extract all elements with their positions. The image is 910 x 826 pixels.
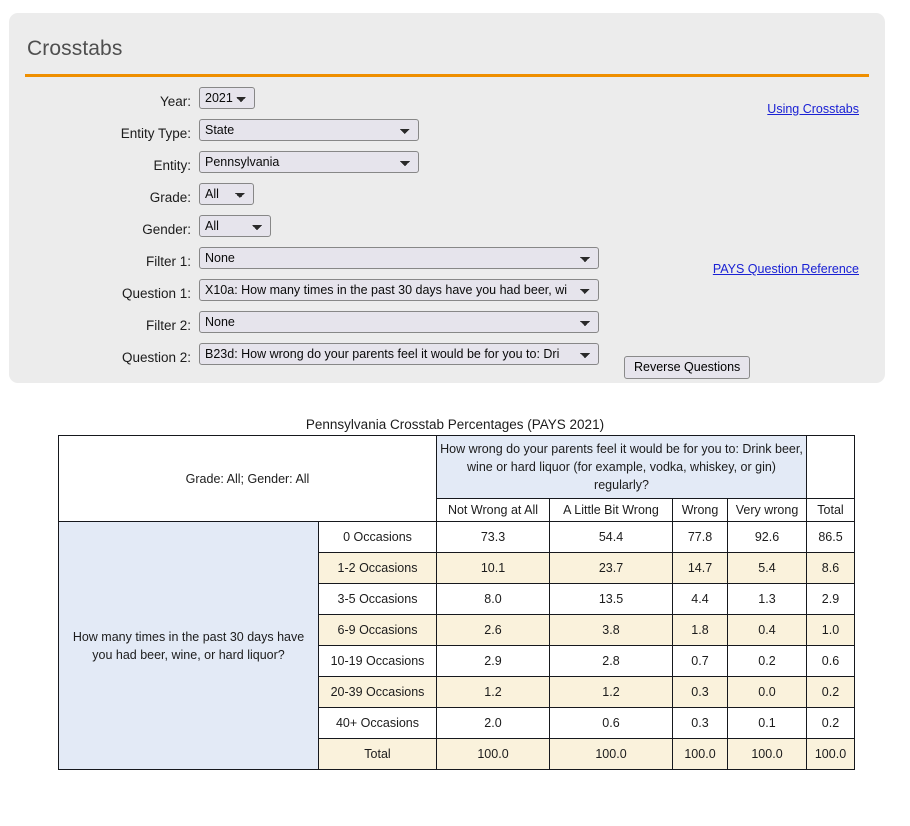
crosstab-table-title: Pennsylvania Crosstab Percentages (PAYS … [305,417,605,432]
form-row-filter-2: Filter 2: None [9,311,885,343]
cell-value: 8.0 [436,583,550,615]
cell-value: 92.6 [727,521,807,553]
cell-value: 1.3 [727,583,807,615]
row-label-total: Total [318,738,437,770]
cell-value: 10.1 [436,552,550,584]
gender-select[interactable]: All [199,215,271,237]
question-2-label: Question 2: [121,350,191,365]
column-header-total: Total [806,498,855,522]
column-header-a-little-bit-wrong: A Little Bit Wrong [549,498,673,522]
cell-value: 3.8 [549,614,673,646]
row-label: 10-19 Occasions [318,645,437,677]
cell-value: 13.5 [549,583,673,615]
entity-label: Entity: [153,158,191,173]
year-label: Year: [159,94,191,109]
crosstab-table: Grade: All; Gender: All How wrong do you… [58,435,855,770]
row-question-cell: How many times in the past 30 days have … [58,521,319,770]
cell-value: 23.7 [549,552,673,584]
crosstabs-panel: Crosstabs Using Crosstabs PAYS Question … [9,13,885,383]
reverse-questions-button[interactable]: Reverse Questions [624,356,751,379]
form-row-entity-type: Entity Type: State [9,119,885,151]
crosstab-table-head: Grade: All; Gender: All How wrong do you… [58,435,855,522]
filter-1-label: Filter 1: [145,254,191,269]
gender-label: Gender: [142,222,191,237]
cell-value: 14.7 [672,552,728,584]
grade-label: Grade: [149,190,191,205]
cell-value: 0.6 [806,645,855,677]
grade-select[interactable]: All [199,183,254,205]
column-header-not-wrong-at-all: Not Wrong at All [436,498,550,522]
year-select[interactable]: 2021 [199,87,255,109]
entity-select[interactable]: Pennsylvania [199,151,419,173]
cell-value: 2.9 [806,583,855,615]
cell-value: 0.0 [727,676,807,708]
cell-value: 1.0 [806,614,855,646]
cell-value: 8.6 [806,552,855,584]
cell-value: 0.6 [549,707,673,739]
form-row-question-2: Question 2: B23d: How wrong do your pare… [9,343,885,375]
row-label: 6-9 Occasions [318,614,437,646]
header-blank-cell [806,435,855,499]
cell-value: 2.8 [549,645,673,677]
cell-value: 1.8 [672,614,728,646]
crosstab-meta-cell: Grade: All; Gender: All [58,435,437,522]
column-question-header: How wrong do your parents feel it would … [436,435,807,499]
cell-value: 0.2 [727,645,807,677]
cell-value: 0.2 [806,707,855,739]
cell-value: 0.2 [806,676,855,708]
cell-value: 73.3 [436,521,550,553]
table-row: How many times in the past 30 days have … [58,521,855,770]
cell-value: 77.8 [672,521,728,553]
row-label: 40+ Occasions [318,707,437,739]
cell-value: 0.7 [672,645,728,677]
form-row-entity: Entity: Pennsylvania [9,151,885,183]
page-root: Crosstabs Using Crosstabs PAYS Question … [0,0,910,826]
row-label: 0 Occasions [318,521,437,553]
cell-value: 5.4 [727,552,807,584]
cell-value: 86.5 [806,521,855,553]
question-1-select[interactable]: X10a: How many times in the past 30 days… [199,279,599,301]
form-row-filter-1: Filter 1: None [9,247,885,279]
cell-value: 2.0 [436,707,550,739]
crosstab-form: Year: 2021 Entity Type: State Entity: Pe… [9,87,885,375]
entity-type-select[interactable]: State [199,119,419,141]
question-2-select[interactable]: B23d: How wrong do your parents feel it … [199,343,599,365]
title-divider [25,74,869,77]
cell-value: 1.2 [436,676,550,708]
cell-value: 0.1 [727,707,807,739]
row-label: 1-2 Occasions [318,552,437,584]
cell-value: 0.3 [672,707,728,739]
form-row-gender: Gender: All [9,215,885,247]
crosstab-table-body: How many times in the past 30 days have … [58,521,855,770]
cell-value: 100.0 [672,738,728,770]
cell-value: 100.0 [436,738,550,770]
page-title: Crosstabs [27,37,123,60]
row-label: 20-39 Occasions [318,676,437,708]
cell-value: 2.6 [436,614,550,646]
row-label: 3-5 Occasions [318,583,437,615]
cell-value: 0.4 [727,614,807,646]
cell-value: 54.4 [549,521,673,553]
filter-2-select[interactable]: None [199,311,599,333]
form-row-grade: Grade: All [9,183,885,215]
filter-1-select[interactable]: None [199,247,599,269]
column-header-very-wrong: Very wrong [727,498,807,522]
cell-value: 1.2 [549,676,673,708]
cell-value: 4.4 [672,583,728,615]
cell-value: 2.9 [436,645,550,677]
entity-type-label: Entity Type: [120,126,191,141]
cell-value: 100.0 [727,738,807,770]
cell-value: 100.0 [549,738,673,770]
form-row-question-1: Question 1: X10a: How many times in the … [9,279,885,311]
table-header-question-row: Grade: All; Gender: All How wrong do you… [58,435,855,522]
question-1-label: Question 1: [121,286,191,301]
cell-value: 0.3 [672,676,728,708]
cell-value: 100.0 [806,738,855,770]
column-header-wrong: Wrong [672,498,728,522]
filter-2-label: Filter 2: [145,318,191,333]
form-row-year: Year: 2021 [9,87,885,119]
